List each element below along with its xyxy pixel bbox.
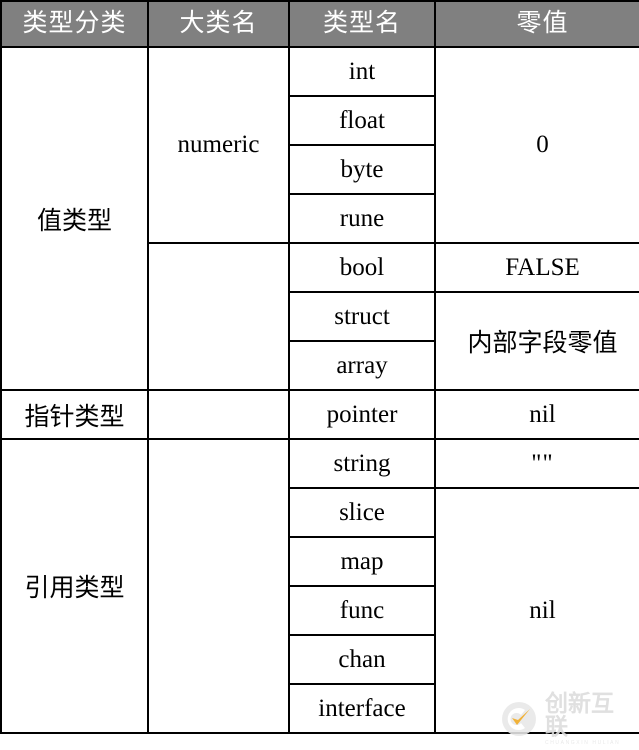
cell-type-map: map: [288, 536, 436, 587]
cell-group-numeric: numeric: [147, 46, 290, 244]
cell-type-pointer: pointer: [288, 389, 436, 440]
cell-group-blank-value: [147, 242, 290, 391]
cell-zero-struct: 内部字段零值: [434, 291, 639, 391]
cell-type-slice: slice: [288, 487, 436, 538]
cell-zero-false: FALSE: [434, 242, 639, 293]
cell-type-struct: struct: [288, 291, 436, 342]
cell-type-rune: rune: [288, 193, 436, 244]
go-types-table: 类型分类 大类名 类型名 零值 值类型 numeric int 0 float …: [0, 0, 639, 734]
cell-category-reference-type: 引用类型: [0, 438, 149, 734]
cell-type-func: func: [288, 585, 436, 636]
table-row: 引用类型 string "": [0, 438, 639, 734]
table-header-row: 类型分类 大类名 类型名 零值: [0, 0, 639, 48]
cell-category-value-type: 值类型: [0, 46, 149, 391]
cell-type-array: array: [288, 340, 436, 391]
cell-type-chan: chan: [288, 634, 436, 685]
header-type-category: 类型分类: [0, 0, 149, 48]
table-row: 值类型 numeric int 0: [0, 46, 639, 391]
header-zero-value: 零值: [434, 0, 639, 48]
cell-zero-nil-reference: nil: [434, 487, 639, 734]
cell-type-float: float: [288, 95, 436, 146]
table-row: 指针类型 pointer nil: [0, 389, 639, 440]
cell-type-int: int: [288, 46, 436, 97]
watermark-tagline: CHUANGXIN HULIAN: [545, 740, 621, 746]
cell-type-interface: interface: [288, 683, 436, 734]
cell-zero-empty-string: "": [434, 438, 639, 489]
cell-type-bool: bool: [288, 242, 436, 293]
cell-zero-nil-pointer: nil: [434, 389, 639, 440]
header-group-name: 大类名: [147, 0, 290, 48]
header-type-name: 类型名: [288, 0, 436, 48]
cell-zero-number: 0: [434, 46, 639, 244]
cell-group-blank-reference: [147, 438, 290, 734]
cell-type-byte: byte: [288, 144, 436, 195]
cell-group-blank-pointer: [147, 389, 290, 440]
cell-type-string: string: [288, 438, 436, 489]
cell-category-pointer-type: 指针类型: [0, 389, 149, 440]
